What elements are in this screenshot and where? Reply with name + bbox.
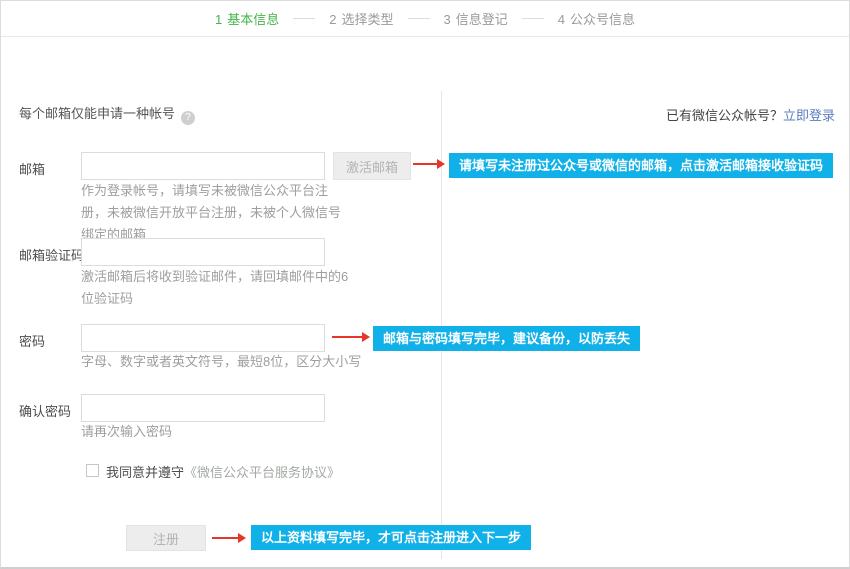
step-label: 公众号信息 xyxy=(570,12,635,27)
step-label: 基本信息 xyxy=(227,12,279,27)
email-code-label: 邮箱验证码 xyxy=(19,245,84,264)
step-label: 选择类型 xyxy=(341,12,393,27)
step-number: 1 xyxy=(215,12,222,27)
password-input[interactable] xyxy=(81,324,325,352)
agreement-line: 我同意并遵守《微信公众平台服务协议》 xyxy=(106,462,340,481)
register-button[interactable]: 注册 xyxy=(126,525,206,551)
step-number: 3 xyxy=(444,12,451,27)
password-hint: 字母、数字或者英文符号，最短8位，区分大小写 xyxy=(81,351,411,373)
email-hint: 作为登录帐号，请填写未被微信公众平台注册，未被微信开放平台注册，未被个人微信号绑… xyxy=(81,180,353,246)
agreement-checkbox[interactable] xyxy=(86,464,99,477)
password-label: 密码 xyxy=(19,331,45,350)
step-separator xyxy=(408,18,430,19)
arrow-to-password-callout xyxy=(332,332,370,342)
step-account-info: 4 公众号信息 xyxy=(558,9,635,28)
activate-email-button[interactable]: 激活邮箱 xyxy=(333,152,411,180)
arrow-to-register-callout xyxy=(212,533,246,543)
help-icon[interactable]: ? xyxy=(181,111,195,125)
step-info-registration: 3 信息登记 xyxy=(444,9,508,28)
step-select-type: 2 选择类型 xyxy=(329,9,393,28)
confirm-password-label: 确认密码 xyxy=(19,401,71,420)
existing-account-line: 已有微信公众帐号？立即登录 xyxy=(666,105,835,124)
email-input[interactable] xyxy=(81,152,325,180)
arrow-to-email-callout xyxy=(413,159,445,169)
step-number: 4 xyxy=(558,12,565,27)
email-limit-text: 每个邮箱仅能申请一种帐号 xyxy=(19,106,175,121)
registration-page: 1 基本信息 2 选择类型 3 信息登记 4 公众号信息 每个邮箱仅能申请一种帐号? 已… xyxy=(0,0,850,569)
step-separator xyxy=(293,18,315,19)
confirm-password-input[interactable] xyxy=(81,394,325,422)
step-separator xyxy=(522,18,544,19)
step-number: 2 xyxy=(329,12,336,27)
email-limit-note: 每个邮箱仅能申请一种帐号? xyxy=(19,103,195,125)
existing-account-text: 已有微信公众帐号？ xyxy=(666,108,783,123)
register-callout: 以上资料填写完毕，才可点击注册进入下一步 xyxy=(251,525,531,550)
email-code-input[interactable] xyxy=(81,238,325,266)
login-now-link[interactable]: 立即登录 xyxy=(783,108,835,123)
password-callout: 邮箱与密码填写完毕，建议备份，以防丢失 xyxy=(373,326,640,351)
email-code-hint: 激活邮箱后将收到验证邮件，请回填邮件中的6位验证码 xyxy=(81,266,353,310)
confirm-password-hint: 请再次输入密码 xyxy=(81,421,411,443)
agreement-text: 我同意并遵守 xyxy=(106,465,184,480)
step-label: 信息登记 xyxy=(456,12,508,27)
stepper: 1 基本信息 2 选择类型 3 信息登记 4 公众号信息 xyxy=(1,1,849,37)
email-callout: 请填写未注册过公众号或微信的邮箱，点击激活邮箱接收验证码 xyxy=(449,153,833,178)
service-agreement-link[interactable]: 《微信公众平台服务协议》 xyxy=(184,465,340,480)
email-label: 邮箱 xyxy=(19,159,45,178)
step-basic-info: 1 基本信息 xyxy=(215,9,279,28)
